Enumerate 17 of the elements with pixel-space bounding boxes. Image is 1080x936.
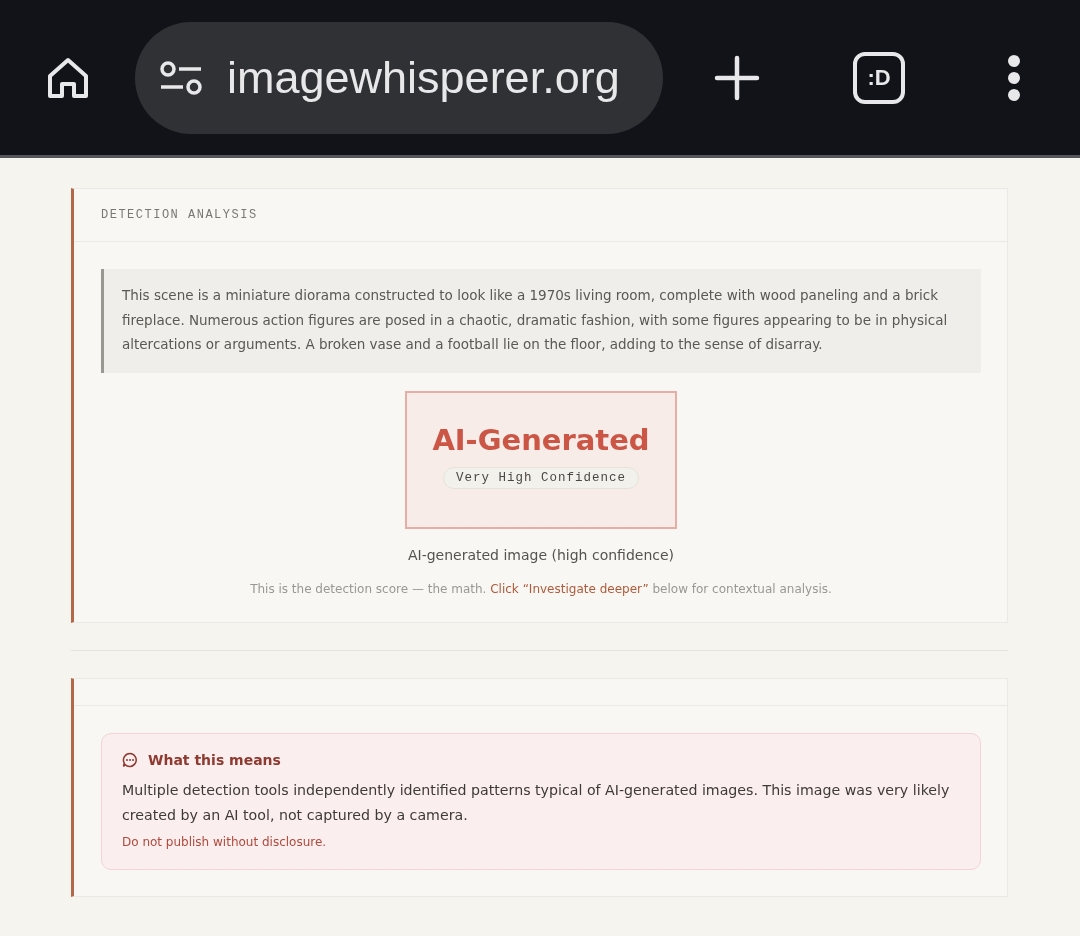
plus-icon[interactable] [713,53,761,102]
investigate-link[interactable]: Click “Investigate deeper” [490,581,649,596]
alert-title: What this means [148,751,281,768]
confidence-badge: Very High Confidence [443,466,639,489]
description-quote: This scene is a miniature diorama constructed to look like a 1970s living room, complete with wood paneling and a brick fireplace. Numerous action figures are posed in a chaotic, dramatic fashion, with some figures appearing to be in physical altercations or arguments. A broken vase and a football lie on the floor, adding to the sense of disarray. [101,269,981,373]
address-bar[interactable]: imagewhisperer.org [135,21,663,134]
site-settings-icon[interactable] [159,59,203,96]
verdict-caption: AI-generated image (high confidence) [407,546,675,563]
alert-body: Multiple detection tools independently identified patterns typical of AI-generated images. This image was very likely created by an AI tool, not captured by a camera. [122,780,951,825]
verdict-label: AI-Generated [432,422,650,457]
section-title: DETECTION ANALYSIS [101,208,258,222]
menu-icon[interactable] [1007,53,1021,102]
tab-switcher-button[interactable]: :D [853,51,905,104]
warning-text: Do not publish without disclosure. [122,834,328,849]
url-text: imagewhisperer.org [227,51,620,104]
score-note: This is the detection score — the math. Click “Investigate deeper” below for contextual analysis. [250,581,832,596]
chat-bubble-icon [122,751,138,768]
